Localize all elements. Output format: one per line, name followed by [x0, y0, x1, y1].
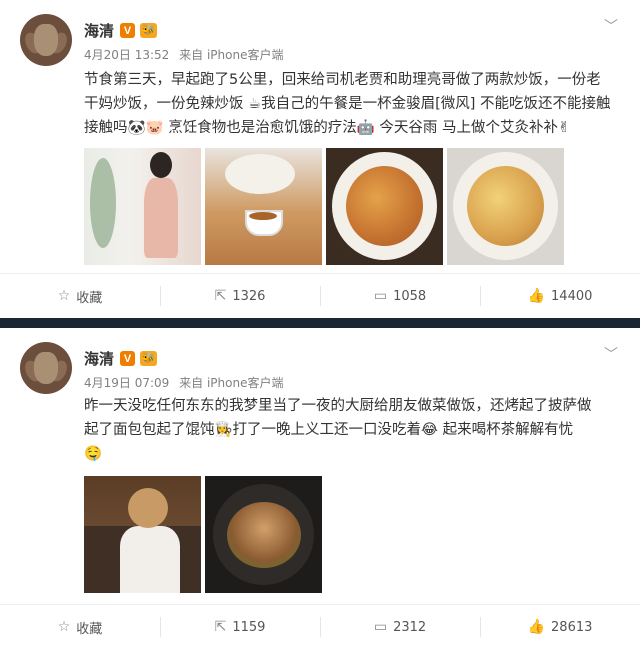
- repost-count: 1326: [232, 288, 266, 304]
- favorite-label: 收藏: [76, 290, 103, 306]
- favorite-button[interactable]: ☆ 收藏: [0, 605, 160, 649]
- post-text: 昨一天没吃任何东东的我梦里当了一夜的大厨给朋友做菜做饭，还烤起了披萨做 起了面包…: [84, 394, 620, 466]
- post-text: 节食第三天，早起跑了5公里，回来给司机老贾和助理亮哥做了两款炒饭，一份老 干妈炒…: [84, 68, 620, 140]
- action-bar: ☆ 收藏 ⇱ 1326 ▭ 1058 👍 14400: [0, 273, 640, 318]
- vip-badge-icon[interactable]: 🐝: [140, 351, 158, 366]
- like-button[interactable]: 👍 14400: [480, 274, 640, 318]
- author-row: 海清 V 🐝: [84, 20, 158, 41]
- comment-count: 2312: [393, 619, 427, 635]
- like-count: 14400: [551, 288, 593, 304]
- post-date[interactable]: 4月20日 13:52: [84, 48, 169, 62]
- post-date[interactable]: 4月19日 07:09: [84, 376, 169, 390]
- comment-button[interactable]: ▭ 2312: [320, 605, 480, 649]
- comment-count: 1058: [393, 288, 427, 304]
- verified-icon: V: [120, 23, 136, 38]
- comment-button[interactable]: ▭ 1058: [320, 274, 480, 318]
- post-separator: [0, 318, 640, 328]
- post-text-line: 起了面包包起了馄饨👩‍🍳打了一晚上义工还一口没吃着😂 起来喝杯茶解解有忧: [84, 422, 574, 438]
- verified-icon: V: [120, 351, 136, 366]
- avatar[interactable]: [20, 342, 72, 394]
- author-name[interactable]: 海清: [84, 20, 114, 41]
- post-text-line: 昨一天没吃任何东东的我梦里当了一夜的大厨给朋友做菜做饭，还烤起了披萨做: [84, 398, 592, 414]
- star-icon: ☆: [57, 619, 71, 635]
- author-row: 海清 V 🐝: [84, 348, 158, 369]
- thumbs-up-icon: 👍: [527, 619, 546, 635]
- action-bar: ☆ 收藏 ⇱ 1159 ▭ 2312 👍 28613: [0, 604, 640, 649]
- comment-icon: ▭: [373, 619, 388, 635]
- chevron-down-icon[interactable]: ﹀: [604, 344, 618, 364]
- chevron-down-icon[interactable]: ﹀: [604, 16, 618, 36]
- post-source: 来自 iPhone客户端: [179, 376, 284, 390]
- like-button[interactable]: 👍 28613: [480, 605, 640, 649]
- author-name[interactable]: 海清: [84, 348, 114, 369]
- repost-button[interactable]: ⇱ 1159: [160, 605, 320, 649]
- post-text-line: 🤤: [84, 446, 103, 462]
- post-meta: 4月20日 13:52 来自 iPhone客户端: [84, 46, 289, 63]
- weibo-post: 海清 V 🐝 4月20日 13:52 来自 iPhone客户端 ﹀ 节食第三天，…: [0, 0, 640, 318]
- repost-count: 1159: [232, 619, 266, 635]
- woman-in-kitchen-photo[interactable]: [84, 476, 201, 593]
- owl-body: [34, 352, 58, 384]
- thumbs-up-icon: 👍: [527, 288, 546, 304]
- braised-dish-in-pot-photo[interactable]: [205, 476, 322, 593]
- vip-badge-icon[interactable]: 🐝: [140, 23, 158, 38]
- owl-body: [34, 24, 58, 56]
- favorite-label: 收藏: [76, 621, 103, 637]
- post-text-line: 接触吗🐼🐷 烹饪食物也是治愈饥饿的疗法🤖 今天谷雨 马上做个艾灸补补✌: [84, 120, 571, 136]
- tea-cup-photo[interactable]: [205, 148, 322, 265]
- avatar[interactable]: [20, 14, 72, 66]
- repost-icon: ⇱: [214, 619, 227, 635]
- woman-in-pink-dress-photo[interactable]: [84, 148, 201, 265]
- photo-grid: [84, 148, 564, 265]
- mild-fried-rice-photo[interactable]: [447, 148, 564, 265]
- like-count: 28613: [551, 619, 593, 635]
- weibo-post: 海清 V 🐝 4月19日 07:09 来自 iPhone客户端 ﹀ 昨一天没吃任…: [0, 328, 640, 649]
- post-meta: 4月19日 07:09 来自 iPhone客户端: [84, 374, 289, 391]
- spicy-fried-rice-photo[interactable]: [326, 148, 443, 265]
- repost-button[interactable]: ⇱ 1326: [160, 274, 320, 318]
- repost-icon: ⇱: [214, 288, 227, 304]
- post-text-line: 节食第三天，早起跑了5公里，回来给司机老贾和助理亮哥做了两款炒饭，一份老: [84, 72, 601, 88]
- comment-icon: ▭: [373, 288, 388, 304]
- favorite-button[interactable]: ☆ 收藏: [0, 274, 160, 318]
- post-text-line: 干妈炒饭，一份免辣炒饭 ☕我自己的午餐是一杯金骏眉[微风] 不能吃饭还不能接触: [84, 96, 611, 112]
- star-icon: ☆: [57, 288, 71, 304]
- photo-grid: [84, 476, 322, 593]
- post-source: 来自 iPhone客户端: [179, 48, 284, 62]
